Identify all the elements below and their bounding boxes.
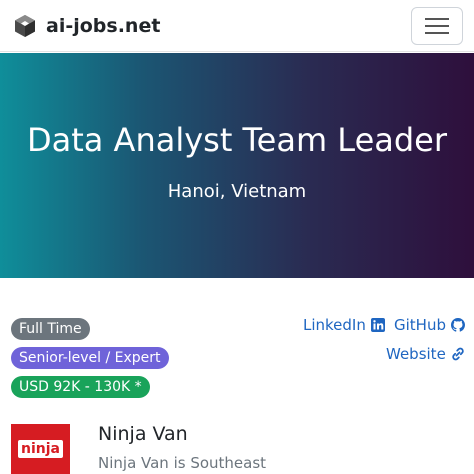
menu-toggle-button[interactable] bbox=[411, 7, 463, 45]
linkedin-link[interactable]: LinkedIn bbox=[303, 316, 385, 334]
employment-type-badge[interactable]: Full Time bbox=[11, 318, 90, 340]
github-label: GitHub bbox=[394, 316, 446, 334]
job-header: Data Analyst Team Leader Hanoi, Vietnam bbox=[0, 53, 474, 278]
cube-logo-icon bbox=[15, 15, 35, 37]
company-logo-text: ninja bbox=[18, 440, 63, 458]
brand-link[interactable]: ai-jobs.net bbox=[12, 12, 160, 40]
brand-name: ai-jobs.net bbox=[46, 15, 161, 37]
company-name[interactable]: Ninja Van bbox=[98, 423, 188, 445]
github-link[interactable]: GitHub bbox=[394, 316, 465, 334]
linkedin-label: LinkedIn bbox=[303, 316, 366, 334]
job-title: Data Analyst Team Leader bbox=[26, 121, 448, 159]
linkedin-icon bbox=[370, 318, 385, 332]
salary-badge[interactable]: USD 92K - 130K * bbox=[11, 376, 150, 398]
company-description: Ninja Van is Southeast bbox=[98, 454, 267, 472]
website-link[interactable]: Website bbox=[386, 345, 465, 363]
navbar: ai-jobs.net bbox=[0, 0, 474, 52]
job-location: Hanoi, Vietnam bbox=[167, 181, 307, 202]
link-chain-icon bbox=[452, 347, 464, 361]
experience-level-badge[interactable]: Senior-level / Expert bbox=[11, 347, 169, 369]
website-label: Website bbox=[386, 345, 446, 363]
github-icon bbox=[450, 318, 465, 332]
company-logo[interactable]: ninja bbox=[11, 424, 70, 474]
hamburger-menu-icon bbox=[425, 18, 449, 34]
